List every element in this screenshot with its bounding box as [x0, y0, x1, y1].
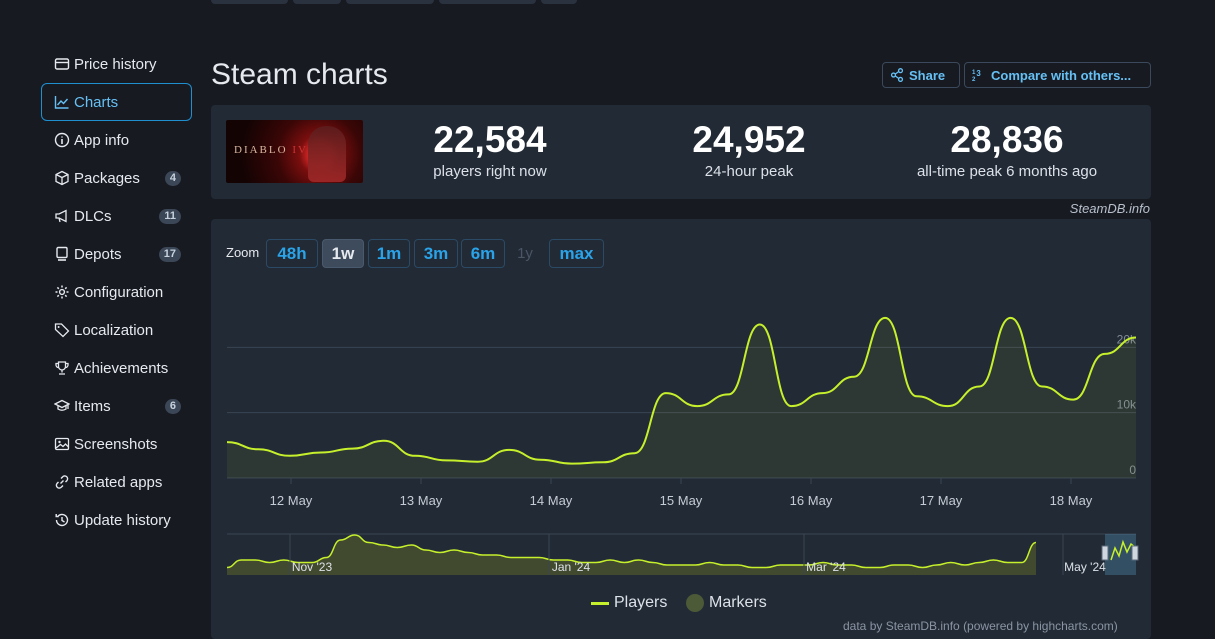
x-tick-label: 18 May — [1050, 493, 1093, 508]
x-tick-label: 17 May — [920, 493, 963, 508]
legend-markers-label: Markers — [709, 594, 767, 611]
navigator-x-label: May '24 — [1064, 560, 1106, 574]
navigator-x-label: Mar '24 — [806, 560, 846, 574]
navigator-area — [227, 535, 1036, 575]
x-tick-label: 12 May — [270, 493, 313, 508]
navigator-selection — [1105, 534, 1136, 575]
players-area — [227, 317, 1136, 478]
x-tick-label: 16 May — [790, 493, 833, 508]
navigator-x-label: Nov '23 — [292, 560, 333, 574]
navigator-handle-left — [1101, 545, 1109, 561]
players-chart[interactable]: 010k20k12 May13 May14 May15 May16 May17 … — [0, 0, 1215, 628]
x-tick-label: 13 May — [400, 493, 443, 508]
legend-players-label: Players — [614, 594, 668, 611]
legend-dot-icon — [686, 594, 704, 612]
legend-line-icon — [591, 601, 609, 605]
x-tick-label: 14 May — [530, 493, 573, 508]
legend-markers[interactable]: Markers — [686, 594, 767, 612]
navigator-handle-right — [1131, 545, 1139, 561]
legend-players[interactable]: Players — [591, 594, 667, 612]
navigator-x-label: Jan '24 — [552, 560, 591, 574]
footer-credit: data by SteamDB.info (powered by highcha… — [843, 619, 1118, 633]
x-tick-label: 15 May — [660, 493, 703, 508]
